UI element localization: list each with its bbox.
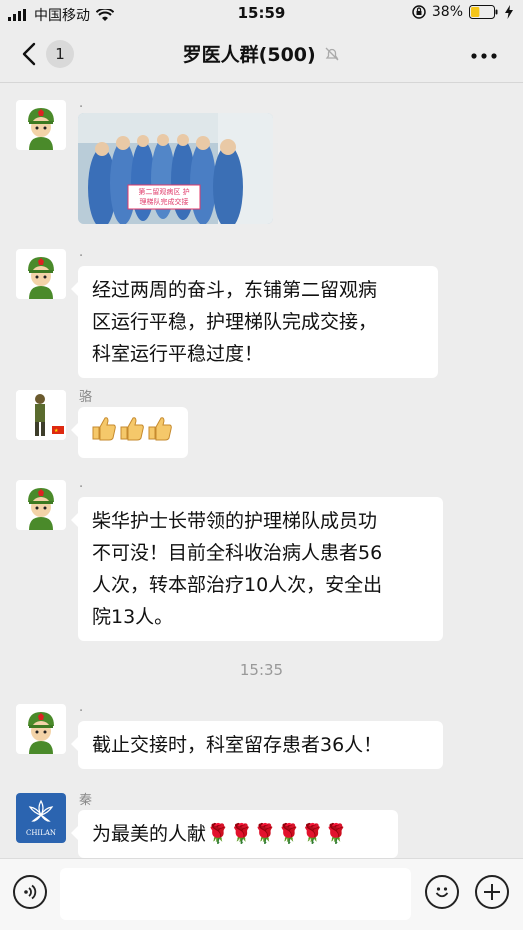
- chilan-logo-text: CHILAN: [26, 829, 56, 837]
- sender-name: .: [79, 700, 84, 715]
- plus-icon: [484, 884, 500, 900]
- orientation-lock-icon: [412, 5, 426, 19]
- soldier-figure-avatar-icon: ★: [16, 390, 66, 440]
- mute-bell-icon: [325, 47, 339, 61]
- message-bubble[interactable]: 经过两周的奋斗，东铺第二留观病 区运行平稳，护理梯队完成交接， 科室运行平稳过度…: [71, 266, 438, 378]
- more-dots-icon: [471, 53, 497, 59]
- battery-icon: [469, 5, 498, 19]
- chat-header: 1 罗医人群(500): [0, 26, 523, 83]
- more-button[interactable]: [471, 40, 497, 65]
- soldier-avatar-icon: [28, 712, 54, 754]
- sender-name: .: [79, 245, 84, 260]
- message-text-line: 柴华护士长带领的护理梯队成员功: [92, 510, 378, 532]
- message-text-line: 区运行平稳，护理梯队完成交接，: [92, 311, 378, 333]
- message-text-line: 科室运行平稳过度！: [92, 343, 264, 365]
- message-bubble[interactable]: [71, 407, 188, 458]
- input-bar: [0, 858, 523, 930]
- message-text-line: 为最美的人献🌹🌹🌹🌹🌹🌹: [92, 823, 348, 845]
- sender-name: .: [79, 96, 84, 111]
- soldier-avatar-icon: [28, 257, 54, 299]
- chat-title: 罗医人群(500): [0, 40, 523, 67]
- svg-text:理梯队完成交接: 理梯队完成交接: [140, 197, 189, 206]
- charging-icon: [505, 5, 513, 19]
- message-text-line: 院13人。: [92, 606, 174, 628]
- message-text-line: 不可没！目前全科收治病人患者56: [92, 542, 383, 564]
- avatar[interactable]: [16, 249, 66, 299]
- smiley-icon: [435, 887, 449, 898]
- soldier-avatar-icon: [28, 108, 54, 150]
- thumbs-up-emoji: [92, 417, 172, 441]
- soldier-avatar-icon: [28, 488, 54, 530]
- group-photo-image: 第二留观病区 护 理梯队完成交接: [78, 113, 273, 224]
- avatar[interactable]: [16, 704, 66, 754]
- svg-text:第二留观病区 护: 第二留观病区 护: [138, 187, 189, 196]
- svg-text:★: ★: [54, 428, 59, 434]
- message-timestamp: 15:35: [239, 661, 284, 679]
- avatar[interactable]: CHILAN: [16, 793, 66, 843]
- battery-percent: 38%: [431, 4, 463, 20]
- message-text-line: 经过两周的奋斗，东铺第二留观病: [92, 279, 378, 301]
- message-image[interactable]: 第二留观病区 护 理梯队完成交接: [78, 113, 273, 224]
- message-text-line: 截止交接时，科室留存患者36人！: [92, 734, 383, 756]
- avatar[interactable]: ★: [16, 390, 66, 440]
- add-button[interactable]: [475, 875, 509, 909]
- voice-icon: [24, 884, 37, 900]
- avatar[interactable]: [16, 100, 66, 150]
- message-bubble[interactable]: 柴华护士长带领的护理梯队成员功 不可没！目前全科收治病人患者56 人次，转本部治…: [71, 497, 443, 641]
- message-bubble[interactable]: 为最美的人献🌹🌹🌹🌹🌹🌹: [71, 810, 398, 858]
- message-bubble[interactable]: 截止交接时，科室留存患者36人！: [71, 721, 443, 769]
- sender-name: .: [79, 476, 84, 491]
- message-input[interactable]: [60, 868, 411, 920]
- voice-button[interactable]: [13, 875, 47, 909]
- message-text-line: 人次，转本部治疗10人次，安全出: [92, 574, 383, 596]
- status-bar: 中国移动 15:59 38%: [0, 0, 523, 26]
- avatar[interactable]: [16, 480, 66, 530]
- emoji-button[interactable]: [425, 875, 459, 909]
- group-name: 罗医人群(500): [182, 44, 316, 66]
- chilan-logo-icon: CHILAN: [26, 799, 56, 837]
- message-list[interactable]: . 第二留观病区 护 理梯队完成交接 . 经过两周的奋斗，东铺第二留观病 区运行…: [0, 83, 523, 858]
